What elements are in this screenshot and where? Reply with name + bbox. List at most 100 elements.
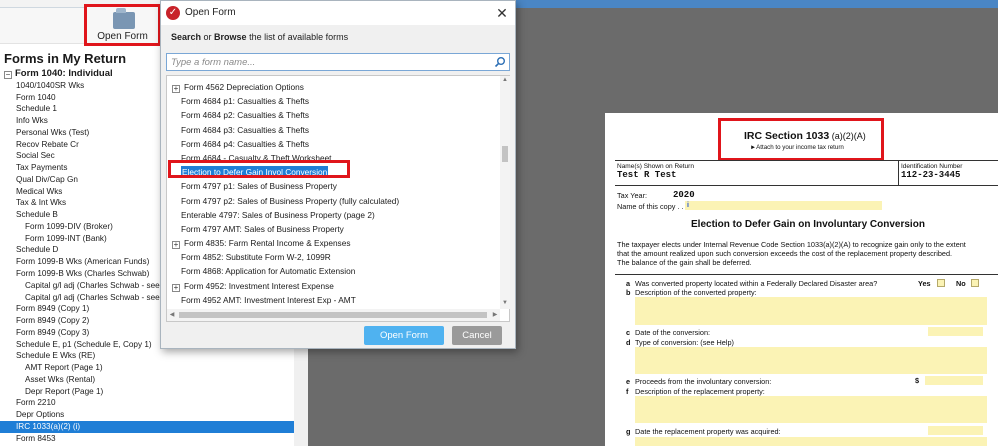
tree-item[interactable]: AMT Report (Page 1) (0, 362, 294, 374)
form-list-item[interactable]: Form 4684 p4: Casualties & Thefts (167, 137, 499, 151)
tree-item[interactable]: Asset Wks (Rental) (0, 374, 294, 386)
form-heading: Election to Defer Gain on Involuntary Co… (691, 219, 925, 230)
collapse-icon[interactable]: − (4, 71, 12, 79)
search-icon[interactable] (494, 56, 506, 68)
replacement-date-field[interactable] (928, 426, 983, 435)
tree-item[interactable]: Form 2210 (0, 397, 294, 409)
line-c-label: Date of the conversion: (635, 328, 711, 337)
form-list-item-label: Form 4868: Application for Automatic Ext… (181, 266, 356, 277)
replacement-property-field[interactable] (635, 396, 987, 423)
open-form-button[interactable]: Open Form (364, 326, 444, 345)
vertical-scroll-thumb[interactable] (502, 146, 508, 162)
form-list-item[interactable]: Enterable 4797: Sales of Business Proper… (167, 208, 499, 222)
section-rule (615, 274, 998, 275)
form-list-item[interactable]: Form 4797 AMT: Sales of Business Propert… (167, 222, 499, 236)
expand-icon[interactable]: + (172, 85, 180, 93)
line-a-label: Was converted property located within a … (635, 279, 878, 288)
form-list-item[interactable]: Form 4868: Application for Automatic Ext… (167, 264, 499, 278)
scroll-down-icon[interactable]: ▼ (501, 300, 509, 308)
line-e-letter: e (626, 377, 631, 386)
tree-item[interactable]: IRC 1033(a)(2) (i) (0, 420, 294, 433)
proceeds-field[interactable] (925, 376, 983, 385)
form-list-item[interactable]: + Form 4835: Farm Rental Income & Expense… (167, 236, 499, 250)
conversion-type-field[interactable] (635, 347, 987, 374)
dialog-instructions: Search or Browse the list of available f… (171, 32, 348, 42)
tree-item[interactable]: Depr Options (0, 409, 294, 421)
header-divider (898, 160, 899, 186)
form-list-item-label: Form 4952: Investment Interest Expense (184, 280, 334, 291)
name-rule (615, 185, 998, 186)
form-search-input[interactable] (167, 54, 487, 70)
tree-item-label: Capital g/l adj (Charles Schwab - see at… (25, 280, 180, 290)
form-list-item[interactable]: Form 4797 p2: Sales of Business Property… (167, 194, 499, 208)
yes-checkbox[interactable] (937, 279, 945, 287)
name-value: Test R Test (617, 170, 677, 180)
form-list-item-label: Election to Defer Gain Invol Conversion (181, 166, 329, 179)
tree-item-label: Form 1040 (16, 92, 56, 102)
form-list-item[interactable]: Form 4684 p2: Casualties & Thefts (167, 108, 499, 122)
line-f-letter: f (626, 387, 629, 396)
conversion-date-field[interactable] (928, 327, 983, 336)
tree-item-label: Recov Rebate Cr (16, 139, 79, 149)
tree-item-label: Schedule 1 (16, 104, 57, 114)
scroll-left-icon[interactable]: ◀ (168, 310, 176, 320)
tree-item-label: Capital g/l adj (Charles Schwab - see at… (25, 292, 180, 302)
expand-icon[interactable]: + (172, 283, 180, 292)
tree-item-label: Depr Report (Page 1) (25, 386, 104, 396)
form-title-suffix: (a)(2)(A) (829, 131, 866, 141)
instr-rest: the list of available forms (246, 32, 349, 42)
scroll-up-icon[interactable]: ▲ (501, 77, 509, 85)
form-list-item-label: Form 4684 p1: Casualties & Thefts (181, 96, 310, 107)
tree-item[interactable]: Schedule E Wks (RE) (0, 350, 294, 362)
tree-item-label: Form 8949 (Copy 2) (16, 316, 90, 326)
top-strip-accent (515, 0, 998, 8)
close-icon[interactable]: ✕ (494, 5, 510, 21)
line-b-label: Description of the converted property: (635, 288, 757, 297)
no-checkbox[interactable] (971, 279, 979, 287)
id-value: 112-23-3445 (901, 170, 961, 180)
list-horizontal-scrollbar[interactable]: ◀ ▶ (167, 309, 500, 321)
search-box (166, 53, 510, 71)
expand-icon[interactable]: + (172, 241, 180, 250)
form-list-item-label: Form 4684 p3: Casualties & Thefts (181, 124, 310, 135)
tree-item[interactable]: Form 8453 (0, 433, 294, 445)
form-list-item[interactable]: Form 4684 p3: Casualties & Thefts (167, 123, 499, 137)
forms-list-box: + Form 4562 Depreciation Options Form 4684… (166, 75, 510, 322)
intro-line-2: that the amount realized upon such conve… (617, 249, 953, 258)
info-mark[interactable]: i (687, 202, 689, 209)
tree-item-label: Qual Div/Cap Gn (16, 174, 78, 184)
app-check-icon: ✓ (166, 6, 180, 20)
line-d-label: Type of conversion: (see Help) (635, 338, 734, 347)
tree-item-label: Form 8453 (16, 433, 56, 443)
converted-property-field[interactable] (635, 297, 987, 325)
list-vertical-scrollbar[interactable]: ▲ ▼ (500, 76, 510, 309)
form-list-item[interactable]: Form 4684 p1: Casualties & Thefts (167, 94, 499, 108)
form-list-item[interactable]: Form 4684 - Casualty & Theft Worksheet (167, 151, 499, 165)
tree-item[interactable]: Depr Report (Page 1) (0, 386, 294, 398)
form-list-item[interactable]: + Form 4952: Investment Interest Expense (167, 279, 499, 293)
tree-item-label: Schedule E Wks (RE) (16, 351, 96, 361)
tree-item-label: IRC 1033(a)(2) (i) (16, 421, 81, 431)
copy-name-field[interactable] (685, 201, 882, 210)
form-list-item[interactable]: Form 4852: Substitute Form W-2, 1099R (167, 250, 499, 264)
replacement-extra-field[interactable] (635, 437, 987, 446)
form-list-item[interactable]: Form 4952 AMT: Investment Interest Exp -… (167, 293, 499, 307)
horizontal-scroll-thumb[interactable] (179, 312, 487, 318)
tree-item-label: 1040/1040SR Wks (16, 80, 85, 90)
form-list-item[interactable]: Form 4797 p1: Sales of Business Property (167, 179, 499, 193)
cancel-button[interactable]: Cancel (452, 326, 502, 345)
form-list-item-label: Form 4797 AMT: Sales of Business Propert… (181, 223, 344, 234)
line-e-label: Proceeds from the involuntary conversion… (635, 377, 772, 386)
dialog-title: Open Form (185, 7, 236, 18)
intro-line-1: The taxpayer elects under Internal Reven… (617, 240, 966, 249)
instr-or: or (201, 32, 215, 42)
tree-item-label: Depr Options (16, 410, 65, 420)
form-list-item[interactable]: Election to Defer Gain Invol Conversion (167, 165, 499, 179)
form-list-item-label: Form 4562 Depreciation Options (184, 82, 304, 92)
scroll-right-icon[interactable]: ▶ (491, 310, 499, 320)
tree-item-label: Form 1099-INT (Bank) (25, 233, 107, 243)
open-form-toolbar-button[interactable]: Open Form (84, 4, 161, 46)
tree-item-label: Schedule D (16, 245, 59, 255)
line-g-label: Date the replacement property was acquir… (635, 427, 781, 436)
form-list-item[interactable]: + Form 4562 Depreciation Options (167, 80, 499, 94)
